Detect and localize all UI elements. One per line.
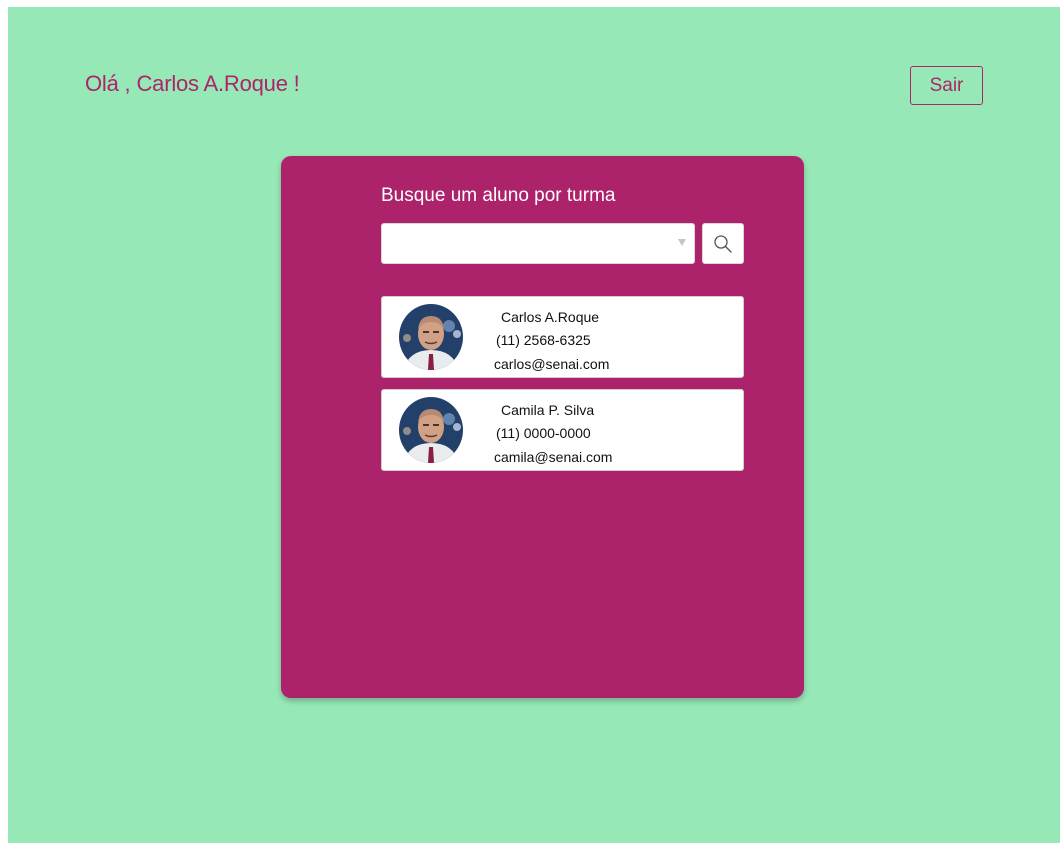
student-phone: (11) 2568-6325 bbox=[496, 332, 591, 348]
page: Olá , Carlos A.Roque ! Sair Busque um al… bbox=[8, 7, 1060, 843]
student-search-card: Busque um aluno por turma Carlos A.Roque… bbox=[281, 156, 804, 698]
student-name: Carlos A.Roque bbox=[501, 309, 600, 325]
student-email: camila@senai.com bbox=[494, 449, 613, 465]
avatar bbox=[399, 397, 463, 463]
greeting: Olá , Carlos A.Roque ! bbox=[85, 71, 300, 97]
avatar bbox=[399, 304, 463, 370]
student-card[interactable]: Camila P. Silva (11) 0000-0000 camila@se… bbox=[381, 389, 744, 471]
greeting-prefix: Olá , bbox=[85, 71, 131, 96]
search-icon bbox=[714, 234, 732, 253]
student-email: carlos@senai.com bbox=[494, 356, 610, 372]
search-button[interactable] bbox=[702, 223, 744, 264]
chevron-down-icon bbox=[678, 239, 686, 246]
student-name: Camila P. Silva bbox=[501, 402, 595, 418]
student-phone: (11) 0000-0000 bbox=[496, 425, 591, 441]
student-card[interactable]: Carlos A.Roque (11) 2568-6325 carlos@sen… bbox=[381, 296, 744, 378]
search-title: Busque um aluno por turma bbox=[381, 185, 616, 206]
class-select[interactable] bbox=[381, 223, 695, 264]
user-name: Carlos A.Roque ! bbox=[136, 71, 300, 96]
logout-button[interactable]: Sair bbox=[910, 66, 983, 105]
